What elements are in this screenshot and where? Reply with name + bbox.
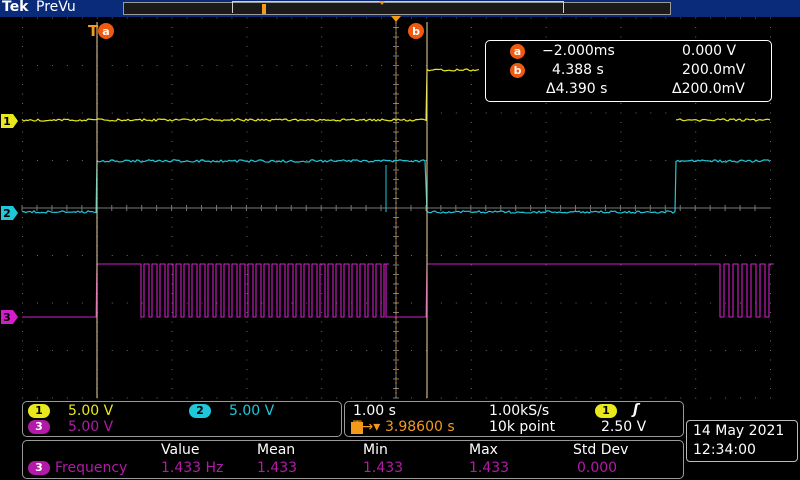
measurement-header-value: Value bbox=[161, 442, 199, 458]
measurement-header-std-dev: Std Dev bbox=[573, 442, 628, 458]
trigger-position-marker[interactable] bbox=[391, 16, 401, 22]
cursor-a-icon: a bbox=[510, 44, 525, 59]
time-per-division: 1.00 s bbox=[353, 403, 396, 419]
channel-1-badge[interactable]: 1 bbox=[28, 404, 50, 418]
measurement-min: 1.433 bbox=[363, 460, 403, 476]
cursor-b-row: b 4.388 s 200.0mV bbox=[486, 62, 771, 80]
channel-3-trace bbox=[22, 264, 774, 317]
cursor-delta-time: Δ4.390 s bbox=[546, 81, 607, 97]
channel-2-marker-label: 2 bbox=[3, 207, 11, 220]
channel-1-trace-b bbox=[676, 119, 770, 121]
waveform-traces bbox=[22, 69, 774, 317]
channel-1-scale: 5.00 V bbox=[68, 403, 113, 419]
measurement-std-dev: 0.000 bbox=[577, 460, 617, 476]
record-length: 10k point bbox=[489, 419, 555, 435]
date-label: 14 May 2021 bbox=[693, 423, 784, 439]
channel-1-marker[interactable]: 1 bbox=[1, 114, 18, 128]
cursor-b-icon: b bbox=[510, 63, 525, 78]
horizontal-trigger-panel[interactable]: 1.00 s 1.00kS/s 1 ʃ T→▾ 3.98600 s 10k po… bbox=[344, 401, 684, 437]
record-trigger-marker bbox=[379, 1, 385, 5]
measurement-name: Frequency bbox=[55, 460, 127, 476]
cursor-a-voltage: 0.000 V bbox=[682, 43, 736, 59]
trigger-source-badge[interactable]: 1 bbox=[595, 404, 617, 418]
cursor-a-label: a bbox=[102, 25, 109, 38]
trigger-level: 2.50 V bbox=[601, 419, 646, 435]
measurement-value: 1.433 Hz bbox=[161, 460, 223, 476]
measurement-mean: 1.433 bbox=[257, 460, 297, 476]
rising-edge-icon: ʃ bbox=[633, 402, 639, 418]
cursor-a-time: −2.000ms bbox=[542, 43, 615, 59]
time-label: 12:34:00 bbox=[693, 442, 756, 458]
measurement-header-max: Max bbox=[469, 442, 498, 458]
channel-3-marker[interactable]: 3 bbox=[1, 310, 18, 324]
cursor-b-voltage: 200.0mV bbox=[682, 62, 745, 78]
channel-3-badge[interactable]: 3 bbox=[28, 420, 50, 434]
date-time-display[interactable]: 14 May 2021 12:34:00 bbox=[686, 420, 798, 462]
trigger-position-label: T bbox=[88, 22, 99, 40]
record-trigger-tick bbox=[262, 4, 266, 14]
channel-2-badge[interactable]: 2 bbox=[189, 404, 211, 418]
channel-1-trace-a bbox=[22, 69, 479, 121]
trigger-offset-prefix: T→▾ bbox=[353, 419, 380, 435]
channel-2-marker[interactable]: 2 bbox=[1, 206, 18, 220]
measurement-max: 1.433 bbox=[469, 460, 509, 476]
cursor-delta-row: Δ4.390 s Δ200.0mV bbox=[486, 81, 771, 99]
channel-1-marker-label: 1 bbox=[3, 115, 11, 128]
channel-3-marker-label: 3 bbox=[3, 311, 11, 324]
cursor-lines bbox=[97, 22, 427, 398]
cursor-readout-panel: a −2.000ms 0.000 V b 4.388 s 200.0mV Δ4.… bbox=[485, 40, 772, 102]
cursor-b-time: 4.388 s bbox=[552, 62, 604, 78]
sample-rate: 1.00kS/s bbox=[489, 403, 549, 419]
measurement-source-badge[interactable]: 3 bbox=[28, 461, 50, 475]
cursor-a-row: a −2.000ms 0.000 V bbox=[486, 43, 771, 61]
trigger-offset: 3.98600 s bbox=[385, 419, 455, 435]
measurement-header-mean: Mean bbox=[257, 442, 295, 458]
measurement-panel[interactable]: Value Mean Min Max Std Dev 3 Frequency 1… bbox=[22, 440, 684, 479]
measurement-header-min: Min bbox=[363, 442, 388, 458]
cursor-delta-voltage: Δ200.0mV bbox=[672, 81, 745, 97]
cursor-b-label: b bbox=[412, 25, 420, 38]
channel-3-scale: 5.00 V bbox=[68, 419, 113, 435]
channel-2-scale: 5.00 V bbox=[229, 403, 274, 419]
channel-scale-panel[interactable]: 1 5.00 V 2 5.00 V 3 5.00 V bbox=[22, 401, 342, 437]
